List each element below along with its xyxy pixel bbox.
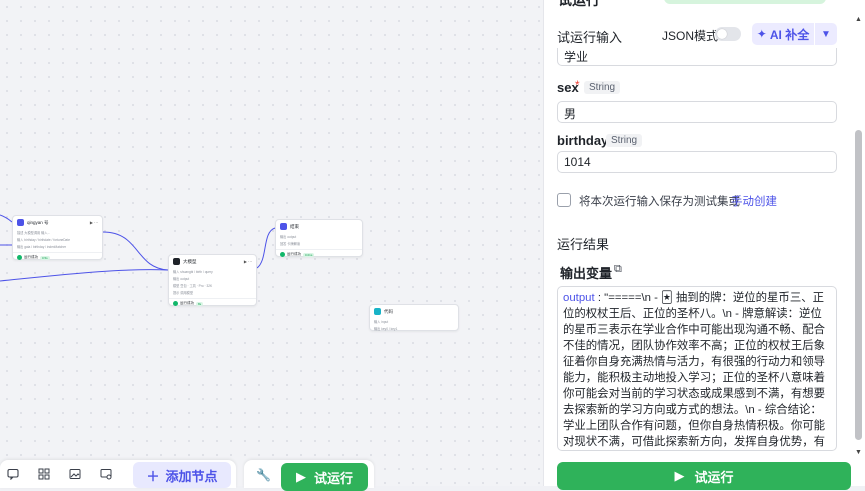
node-code[interactable]: 代码 输入 input 输出 key0 / key1 — [369, 304, 459, 331]
output-colon: : — [594, 292, 605, 304]
time-badge: 0.5s — [40, 255, 50, 260]
scroll-up-icon[interactable]: ▲ — [855, 16, 862, 23]
wrench-icon[interactable]: 🔧 — [256, 468, 271, 482]
workflow-canvas[interactable]: qingyan 号 ▶ ⋯ 描述 大模型调用 输入... 输入 birthday … — [0, 0, 543, 486]
copy-icon[interactable]: ⧉ — [614, 263, 622, 276]
partial-input-value: 学业 — [564, 50, 589, 64]
node-row: 输出 key0 / key1 — [374, 327, 398, 331]
node-status: 运行成功 — [287, 252, 301, 256]
time-badge: 0.01s — [303, 252, 315, 257]
node-row: 回答 卡牌解读 — [280, 242, 301, 246]
json-mode-toggle[interactable] — [715, 27, 741, 41]
node-end[interactable]: 结束 输出 output 回答 卡牌解读 运行成功 0.01s — [275, 219, 363, 257]
node-status: 运行成功 — [24, 255, 38, 259]
ai-complete-button[interactable]: ✦ AI 补全 — [752, 23, 814, 45]
output-display: output : "=====\n - 🃏 抽到的牌：逆位的星币三、正位的权杖王… — [557, 286, 837, 451]
end-icon — [280, 223, 287, 230]
node-model[interactable]: 大模型 ▶ ⋯ 输入 shuangbi / birth / query 输出 ou… — [168, 254, 257, 306]
manual-create-link[interactable]: 手动创建 — [731, 193, 777, 209]
node-row: 提示 调用模型 — [173, 291, 194, 295]
sex-input[interactable]: 男 — [557, 101, 837, 123]
model-icon — [173, 258, 180, 265]
edge-model-to-end — [256, 227, 276, 269]
partial-input-field[interactable]: 学业 — [557, 48, 837, 66]
node-row: 输入 input — [374, 320, 389, 324]
edge-llm-to-model — [102, 231, 169, 271]
success-icon — [17, 255, 22, 260]
status-banner — [664, 0, 826, 4]
play-icon[interactable]: ▶ ⋯ — [90, 220, 98, 225]
panel-title: 试运行 — [558, 0, 600, 8]
code-icon — [374, 308, 381, 315]
success-icon — [280, 252, 285, 257]
type-badge: String — [584, 81, 621, 94]
layout-icon[interactable] — [35, 465, 53, 483]
scroll-down-icon[interactable]: ▼ — [855, 449, 862, 456]
scroll-thumb[interactable] — [855, 130, 862, 440]
birthday-input-value: 1014 — [564, 155, 591, 169]
toolbar-run-label: 试运行 — [313, 470, 353, 486]
save-testset-checkbox[interactable] — [557, 193, 571, 207]
success-icon — [173, 301, 178, 306]
output-var-label: 输出变量 — [560, 266, 613, 281]
panel-run-label: 试运行 — [694, 469, 734, 485]
plus-icon: ＋ — [146, 468, 160, 484]
sex-input-value: 男 — [564, 107, 577, 121]
time-badge: 8s — [196, 301, 204, 306]
sparkle-icon: ✦ — [756, 27, 767, 41]
toolbar-run-button[interactable]: ▶ 试运行 — [281, 463, 368, 491]
add-node-label: 添加节点 — [165, 468, 218, 484]
edge-in-bottom — [0, 269, 169, 282]
node-row: 模型 豆包 · 工具 · Pro · 32K — [173, 284, 213, 288]
panel-header: 试运行 — [544, 0, 865, 10]
node-row: 输出 gaia / birthday / indexMatcher — [17, 245, 67, 249]
node-row: 输出 output — [173, 277, 190, 281]
ai-dropdown-button[interactable]: ▼ — [815, 23, 837, 45]
node-row: 输入 birthday / birthdate / fortuneDate — [17, 238, 70, 242]
play-icon: ▶ — [295, 469, 306, 484]
node-row: 描述 大模型调用 输入... — [17, 231, 51, 235]
llm-icon — [17, 219, 24, 226]
save-testset-label: 将本次运行输入保存为测试集或 — [579, 196, 740, 208]
node-row: 输入 shuangbi / birth / query — [173, 270, 213, 274]
node-status: 运行成功 — [180, 301, 194, 305]
type-badge: String — [606, 134, 643, 147]
chevron-down-icon: ▼ — [821, 28, 831, 40]
birthday-field-label: birthday — [557, 133, 609, 148]
section-title: 试运行输入 — [557, 30, 623, 45]
add-node-button[interactable]: ＋ 添加节点 — [133, 462, 231, 488]
birthday-input[interactable]: 1014 — [557, 151, 837, 173]
play-icon: ▶ — [674, 468, 685, 483]
image-icon[interactable] — [66, 465, 84, 483]
comment-icon[interactable] — [4, 465, 22, 483]
screen-icon[interactable] — [97, 465, 115, 483]
toggle-knob — [717, 29, 727, 39]
edge-in-top — [0, 214, 13, 223]
node-qingyan[interactable]: qingyan 号 ▶ ⋯ 描述 大模型调用 输入... 输入 birthday … — [12, 215, 103, 260]
play-icon[interactable]: ▶ ⋯ — [244, 259, 252, 264]
results-title: 运行结果 — [557, 237, 610, 252]
ai-complete-label: AI 补全 — [769, 27, 810, 42]
output-key: output — [563, 292, 595, 304]
panel-scrollbar[interactable]: ▲ ▼ — [854, 16, 864, 456]
node-row: 输出 output — [280, 235, 297, 239]
required-mark: * — [575, 78, 580, 92]
json-mode-label: JSON模式 — [662, 29, 719, 43]
output-value: "=====\n - 🃏 抽到的牌：逆位的星币三、正位的权杖王后、正位的圣杯八。… — [563, 292, 825, 448]
